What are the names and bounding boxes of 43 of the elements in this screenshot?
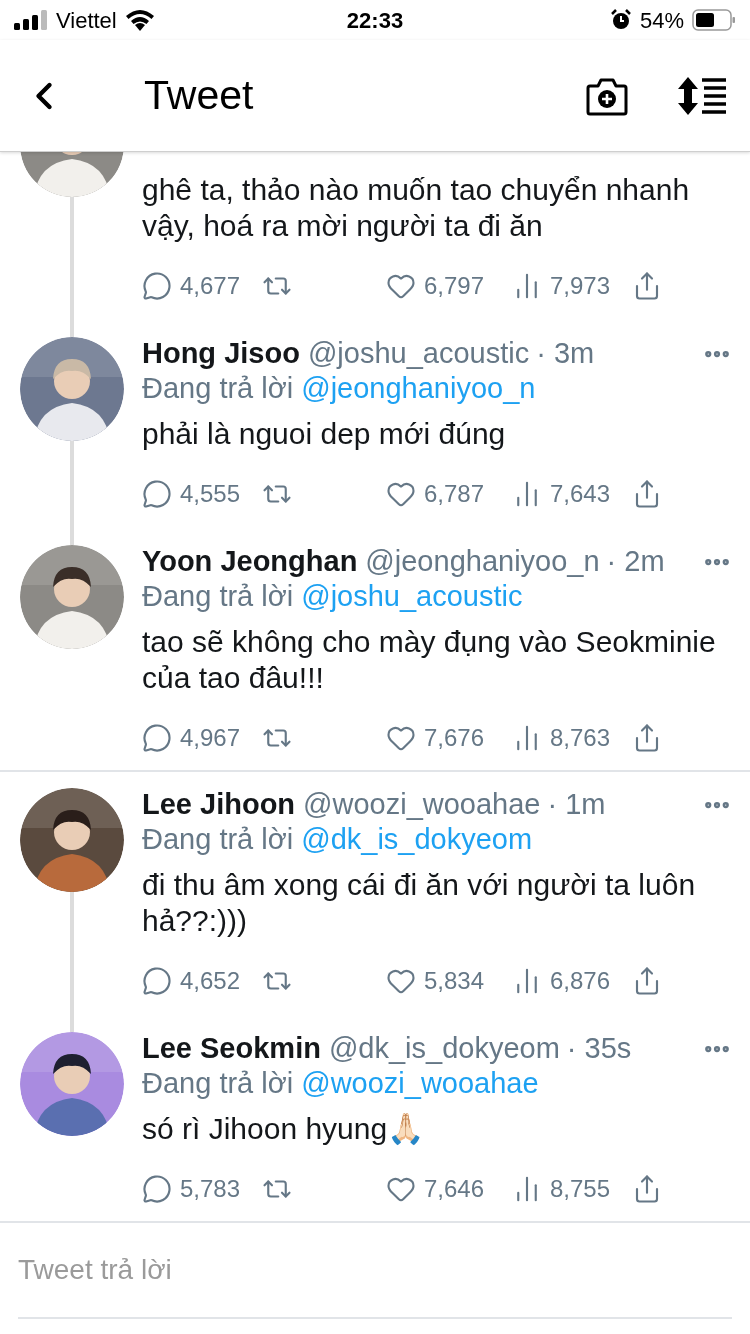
- reply-icon[interactable]: [142, 1174, 172, 1204]
- clock-time: 22:33: [346, 6, 404, 35]
- count-text: 8,755: [550, 1174, 611, 1204]
- count-text: 8,763: [550, 723, 611, 753]
- count-text: 4,652: [180, 966, 241, 996]
- reply-input-field[interactable]: Tweet trả lời: [18, 1223, 732, 1319]
- tweet-time: · 1m: [547, 787, 606, 823]
- tweet-text: phải là nguoi dep mới đúng: [142, 416, 507, 452]
- tweet-time: · 3m: [536, 336, 595, 372]
- reply-icon[interactable]: [142, 723, 172, 753]
- count-text: 5,834: [424, 966, 485, 996]
- reply-icon[interactable]: [142, 271, 172, 301]
- count-text: 4,555: [180, 479, 241, 509]
- count-text: 4,677: [180, 271, 241, 301]
- count-text: 7,973: [550, 271, 611, 301]
- count-text: 6,797: [424, 271, 485, 301]
- count-text: 4,967: [180, 723, 241, 753]
- count-text: 5,783: [180, 1174, 241, 1204]
- tweet-time: · 2m: [606, 544, 665, 580]
- alarm-icon: [609, 9, 632, 31]
- tweet-time: · 35s: [566, 1031, 632, 1067]
- author-handle: @jeonghaniyoo_n: [365, 544, 600, 580]
- signal-icon: [14, 10, 48, 30]
- count-text: 7,676: [424, 723, 485, 753]
- count-text: 6,787: [424, 479, 485, 509]
- reply-icon[interactable]: [142, 966, 172, 996]
- page-title: Tweet: [144, 70, 254, 120]
- author-handle: @woozi_wooahae: [303, 787, 541, 823]
- count-text: 7,646: [424, 1174, 485, 1204]
- tweet-text: tao sẽ không cho mày đụng vào Seokminie của tao đâu!!!: [142, 624, 717, 696]
- wifi-icon: [124, 9, 155, 31]
- tweet-text: ghê ta, thảo nào muốn tao chuyển nhanh vậy, hoá ra mời người ta đi ăn: [142, 172, 691, 244]
- tweet-text: só rì Jihoon hyung🙏🏻: [142, 1111, 426, 1147]
- count-text: 6,876: [550, 966, 611, 996]
- tweet-text: đi thu âm xong cái đi ăn với người ta luôn hả??:))): [142, 867, 697, 939]
- carrier-name: Viettel: [56, 6, 117, 35]
- sort-icon[interactable]: [678, 76, 726, 115]
- battery-percent: 54%: [639, 6, 684, 35]
- author-handle: @joshu_acoustic: [307, 336, 530, 372]
- reply-icon[interactable]: [142, 479, 172, 509]
- battery-icon: [692, 9, 736, 31]
- count-text: 7,643: [550, 479, 611, 509]
- author-handle: @dk_is_dokyeom: [328, 1031, 560, 1067]
